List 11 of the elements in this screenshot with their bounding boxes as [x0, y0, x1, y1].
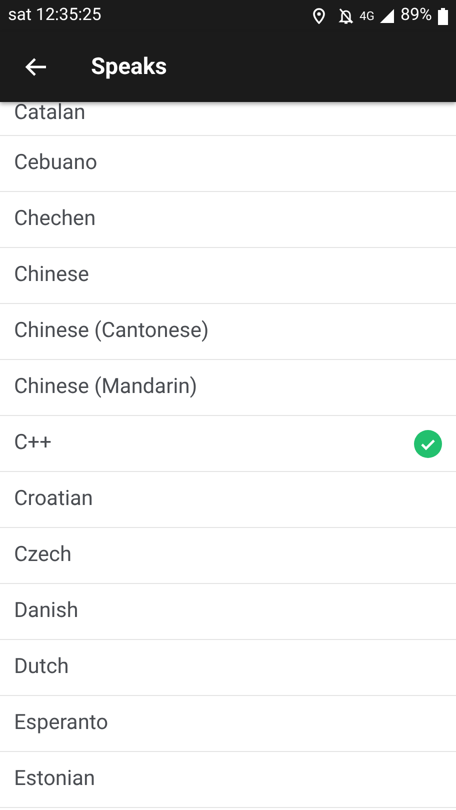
back-arrow-icon [25, 57, 47, 77]
battery-percent: 89% [400, 4, 432, 28]
network-type: 4G [360, 8, 374, 25]
screen-title: Speaks [91, 52, 167, 82]
signal-icon [380, 9, 394, 23]
check-icon [414, 430, 442, 458]
muted-bell-icon [338, 7, 354, 25]
battery-icon [438, 8, 448, 24]
language-item[interactable]: Catalan [0, 102, 456, 136]
location-pin-icon [312, 8, 326, 24]
clock: sat 12:35:25 [8, 4, 102, 28]
